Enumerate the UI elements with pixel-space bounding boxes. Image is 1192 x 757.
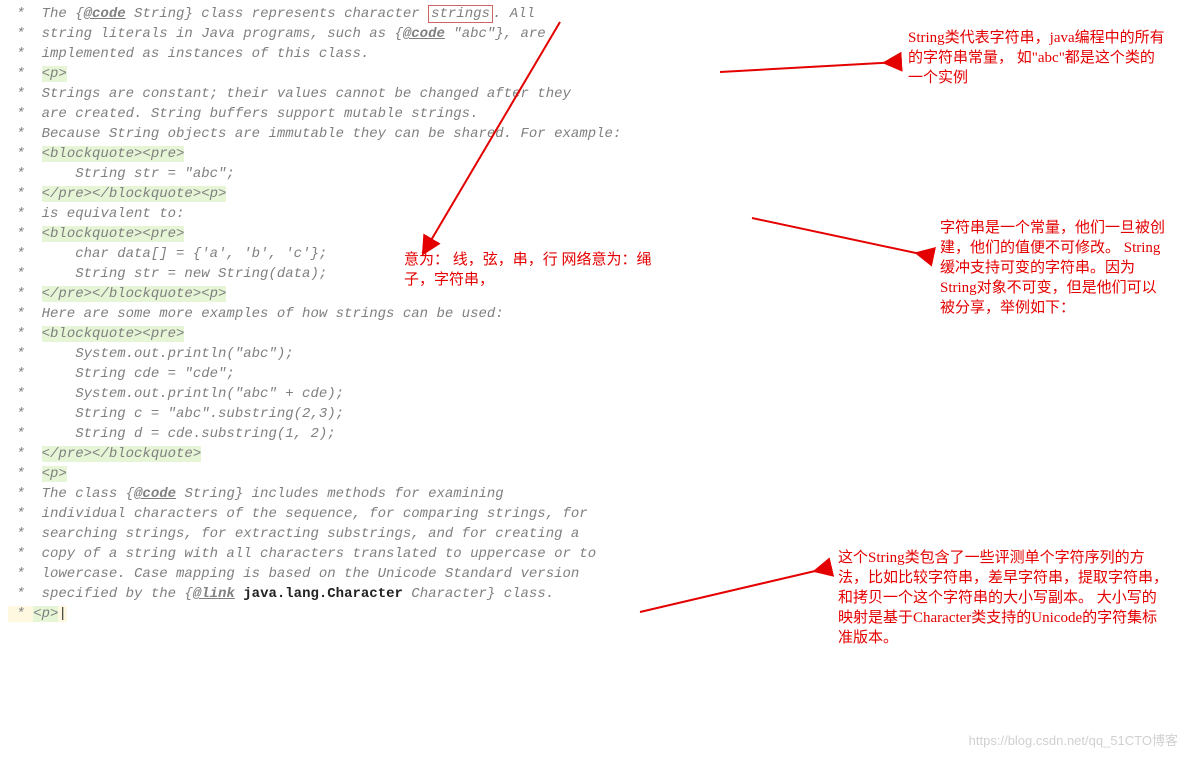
code-line: * searching strings, for extracting subs… bbox=[8, 524, 1184, 544]
code-line: * System.out.println("abc"); bbox=[8, 344, 1184, 364]
code-line: * <blockquote><pre> bbox=[8, 144, 1184, 164]
code-line: * <blockquote><pre> bbox=[8, 324, 1184, 344]
code-line: * String str = "abc"; bbox=[8, 164, 1184, 184]
code-line: * individual characters of the sequence,… bbox=[8, 504, 1184, 524]
annotation-1: String类代表字符串，java编程中的所有的字符串常量， 如"abc"都是这… bbox=[908, 28, 1168, 88]
code-line: * </pre></blockquote> bbox=[8, 444, 1184, 464]
code-line: * String c = "abc".substring(2,3); bbox=[8, 404, 1184, 424]
code-line: * Because String objects are immutable t… bbox=[8, 124, 1184, 144]
annotation-3: 字符串是一个常量，他们一旦被创建，他们的值便不可修改。 String缓冲支持可变… bbox=[940, 218, 1170, 318]
code-line: * The {@code String} class represents ch… bbox=[8, 4, 1184, 24]
code-line: * <p>| bbox=[8, 606, 67, 622]
code-line: * The class {@code String} includes meth… bbox=[8, 484, 1184, 504]
code-line: * <p> bbox=[8, 464, 1184, 484]
watermark: https://blog.csdn.net/qq_51CTO博客 bbox=[969, 731, 1178, 751]
code-line: * </pre></blockquote><p> bbox=[8, 184, 1184, 204]
code-line: * String d = cde.substring(1, 2); bbox=[8, 424, 1184, 444]
annotation-4: 这个String类包含了一些评测单个字符序列的方法，比如比较字符串，差早字符串，… bbox=[838, 548, 1168, 648]
code-line: * System.out.println("abc" + cde); bbox=[8, 384, 1184, 404]
annotation-2: 意为： 线，弦，串，行 网络意为：绳子，字符串， bbox=[404, 250, 664, 290]
code-line: * String cde = "cde"; bbox=[8, 364, 1184, 384]
code-line: * are created. String buffers support mu… bbox=[8, 104, 1184, 124]
